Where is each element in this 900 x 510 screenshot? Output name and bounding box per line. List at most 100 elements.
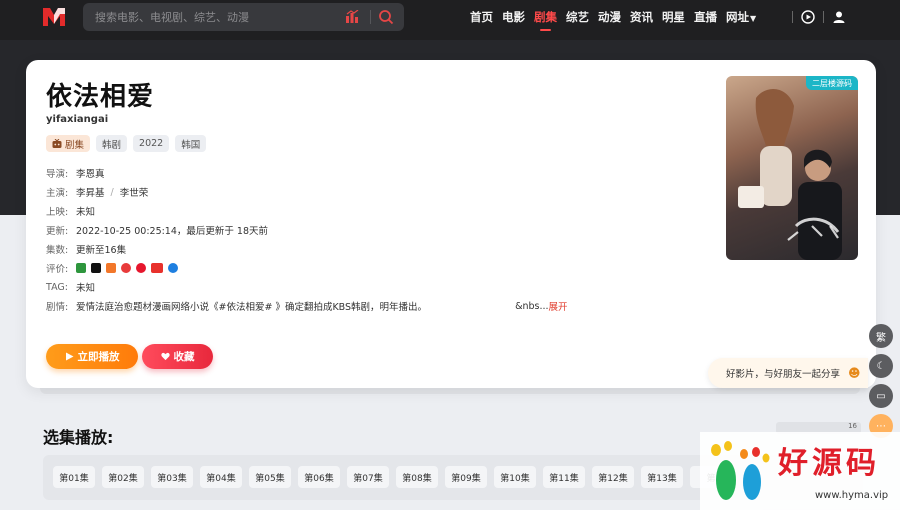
episode-item[interactable]: 第07集	[347, 466, 389, 488]
update-label: 更新:	[46, 226, 69, 237]
cast-name[interactable]: 李世荣	[120, 185, 149, 199]
episode-item[interactable]: 第08集	[396, 466, 438, 488]
watermark-url: www.hyma.vip	[815, 490, 889, 501]
release-row: 上映: 未知	[46, 204, 95, 218]
play-now-button[interactable]: 立即播放	[46, 344, 138, 369]
nav-item-movies[interactable]: 电影	[502, 9, 525, 25]
site-logo-icon[interactable]	[42, 6, 66, 28]
detail-card: 依法相爱 yifaxiangai 剧集 韩剧 2022 韩国 导演: 李恩真 主…	[26, 60, 876, 388]
director-label: 导演:	[46, 169, 69, 180]
plot-tail: &nbs...	[515, 300, 549, 312]
tag-list: 剧集 韩剧 2022 韩国	[46, 135, 207, 152]
play-history-icon[interactable]	[801, 10, 815, 24]
rating-label: 评价:	[46, 264, 69, 275]
release-value: 未知	[76, 207, 96, 218]
trending-icon[interactable]	[345, 10, 359, 24]
search-input[interactable]	[95, 7, 335, 27]
nav-item-links-label: 网址	[726, 10, 749, 24]
episode-item[interactable]: 第06集	[298, 466, 340, 488]
tag-category-label: 剧集	[65, 139, 85, 151]
episode-item[interactable]: 第12集	[592, 466, 634, 488]
nav-divider	[792, 11, 793, 23]
rating-sources	[76, 263, 178, 273]
user-icon[interactable]	[832, 10, 846, 24]
update-row: 更新: 2022-10-25 00:25:14，最后更新于 18天前	[46, 223, 268, 237]
director-name[interactable]: 李恩真	[76, 166, 105, 180]
episode-item[interactable]: 第05集	[249, 466, 291, 488]
plot-label: 剧情:	[46, 302, 69, 313]
maoyan-icon[interactable]	[106, 263, 116, 273]
header-icons	[784, 8, 846, 26]
tag-row-label: TAG:	[46, 281, 68, 293]
mtime-icon[interactable]	[151, 263, 163, 273]
douban-icon[interactable]	[76, 263, 86, 273]
nav-item-links[interactable]: 网址▼	[726, 9, 756, 25]
tag-year[interactable]: 2022	[133, 135, 170, 152]
director-row: 导演: 李恩真	[46, 166, 105, 180]
cast-name[interactable]: 李昇基	[76, 185, 105, 199]
episodes-row: 集数: 更新至16集	[46, 242, 126, 256]
episode-item[interactable]: 第04集	[200, 466, 242, 488]
title-pinyin: yifaxiangai	[46, 114, 109, 125]
favorite-button[interactable]: 收藏	[142, 344, 213, 369]
play-icon	[65, 352, 73, 361]
plot-text: 爱情法庭治愈题材漫画网络小说《#依法相爱# 》确定翻拍成KBS韩剧，明年播出。	[76, 302, 428, 313]
baidu-icon[interactable]	[168, 263, 178, 273]
cast-label: 主演:	[46, 188, 69, 199]
dark-mode-icon[interactable]: ☾	[869, 354, 893, 378]
favorite-label: 收藏	[173, 351, 195, 363]
douyin-icon[interactable]	[91, 263, 101, 273]
nav-item-variety[interactable]: 综艺	[566, 9, 589, 25]
tag-row: TAG: 未知	[46, 280, 96, 295]
plot-expand-link[interactable]: 展开	[549, 299, 568, 313]
search-icon[interactable]	[378, 9, 394, 25]
traditional-label: 繁	[876, 332, 886, 344]
feedback-icon[interactable]: ▭	[869, 384, 893, 408]
tag-category[interactable]: 剧集	[46, 135, 91, 152]
nav-item-home[interactable]: 首页	[470, 9, 493, 25]
iqiyi-icon[interactable]	[121, 263, 131, 273]
episode-item[interactable]: 第09集	[445, 466, 487, 488]
episode-item[interactable]: 第01集	[53, 466, 95, 488]
play-now-label: 立即播放	[77, 351, 120, 363]
episode-item[interactable]: 第03集	[151, 466, 193, 488]
watermark-text: 好源码	[778, 446, 880, 481]
search-divider	[370, 10, 371, 24]
tv-icon	[52, 138, 62, 148]
release-label: 上映:	[46, 207, 69, 218]
episode-item[interactable]: 第11集	[543, 466, 585, 488]
cast-row: 主演: 李昇基 / 李世荣	[46, 185, 149, 200]
episode-item[interactable]: 第13集	[641, 466, 683, 488]
tag-row-value: 未知	[76, 283, 96, 294]
episode-item[interactable]: 第10集	[494, 466, 536, 488]
nav-item-stars[interactable]: 明星	[662, 9, 685, 25]
nav-item-series[interactable]: 剧集	[534, 9, 557, 31]
nav-item-anime[interactable]: 动漫	[598, 9, 621, 25]
rating-row: 评价:	[46, 261, 178, 275]
episodes-section-title: 选集播放:	[43, 428, 114, 447]
poster-image[interactable]: 二层楼源码	[726, 76, 858, 260]
tag-region[interactable]: 韩国	[175, 135, 207, 152]
episode-item[interactable]: 第02集	[102, 466, 144, 488]
tag-genre[interactable]: 韩剧	[96, 135, 128, 152]
episode-list: 第01集 第02集 第03集 第04集 第05集 第06集 第07集 第08集 …	[53, 466, 732, 488]
chevron-down-icon: ▼	[750, 14, 757, 23]
traditional-chinese-button[interactable]: 繁	[869, 324, 893, 348]
watermark-overlay: 好源码 www.hyma.vip	[700, 432, 900, 510]
footprint-logo-icon	[711, 441, 770, 500]
episodes-label: 集数:	[46, 245, 69, 256]
weibo-icon[interactable]	[136, 263, 146, 273]
episodes-value: 更新至16集	[76, 245, 127, 256]
nav-divider	[823, 11, 824, 23]
cast-separator: /	[110, 186, 114, 198]
plot-row: 剧情: 爱情法庭治愈题材漫画网络小说《#依法相爱# 》确定翻拍成KBS韩剧，明年…	[46, 299, 568, 314]
nav-item-live[interactable]: 直播	[694, 9, 717, 25]
nav-item-news[interactable]: 资讯	[630, 9, 653, 25]
share-text: 好影片，与好朋友一起分享	[726, 369, 841, 380]
smile-face-icon: ☻	[848, 366, 861, 380]
main-nav: 首页 电影 剧集 综艺 动漫 资讯 明星 直播 网址▼	[470, 0, 765, 34]
poster-artwork-icon	[738, 88, 842, 260]
share-prompt[interactable]: 好影片，与好朋友一起分享 ☻	[708, 358, 868, 388]
card-shadow	[40, 388, 860, 394]
search-bar	[83, 3, 404, 31]
